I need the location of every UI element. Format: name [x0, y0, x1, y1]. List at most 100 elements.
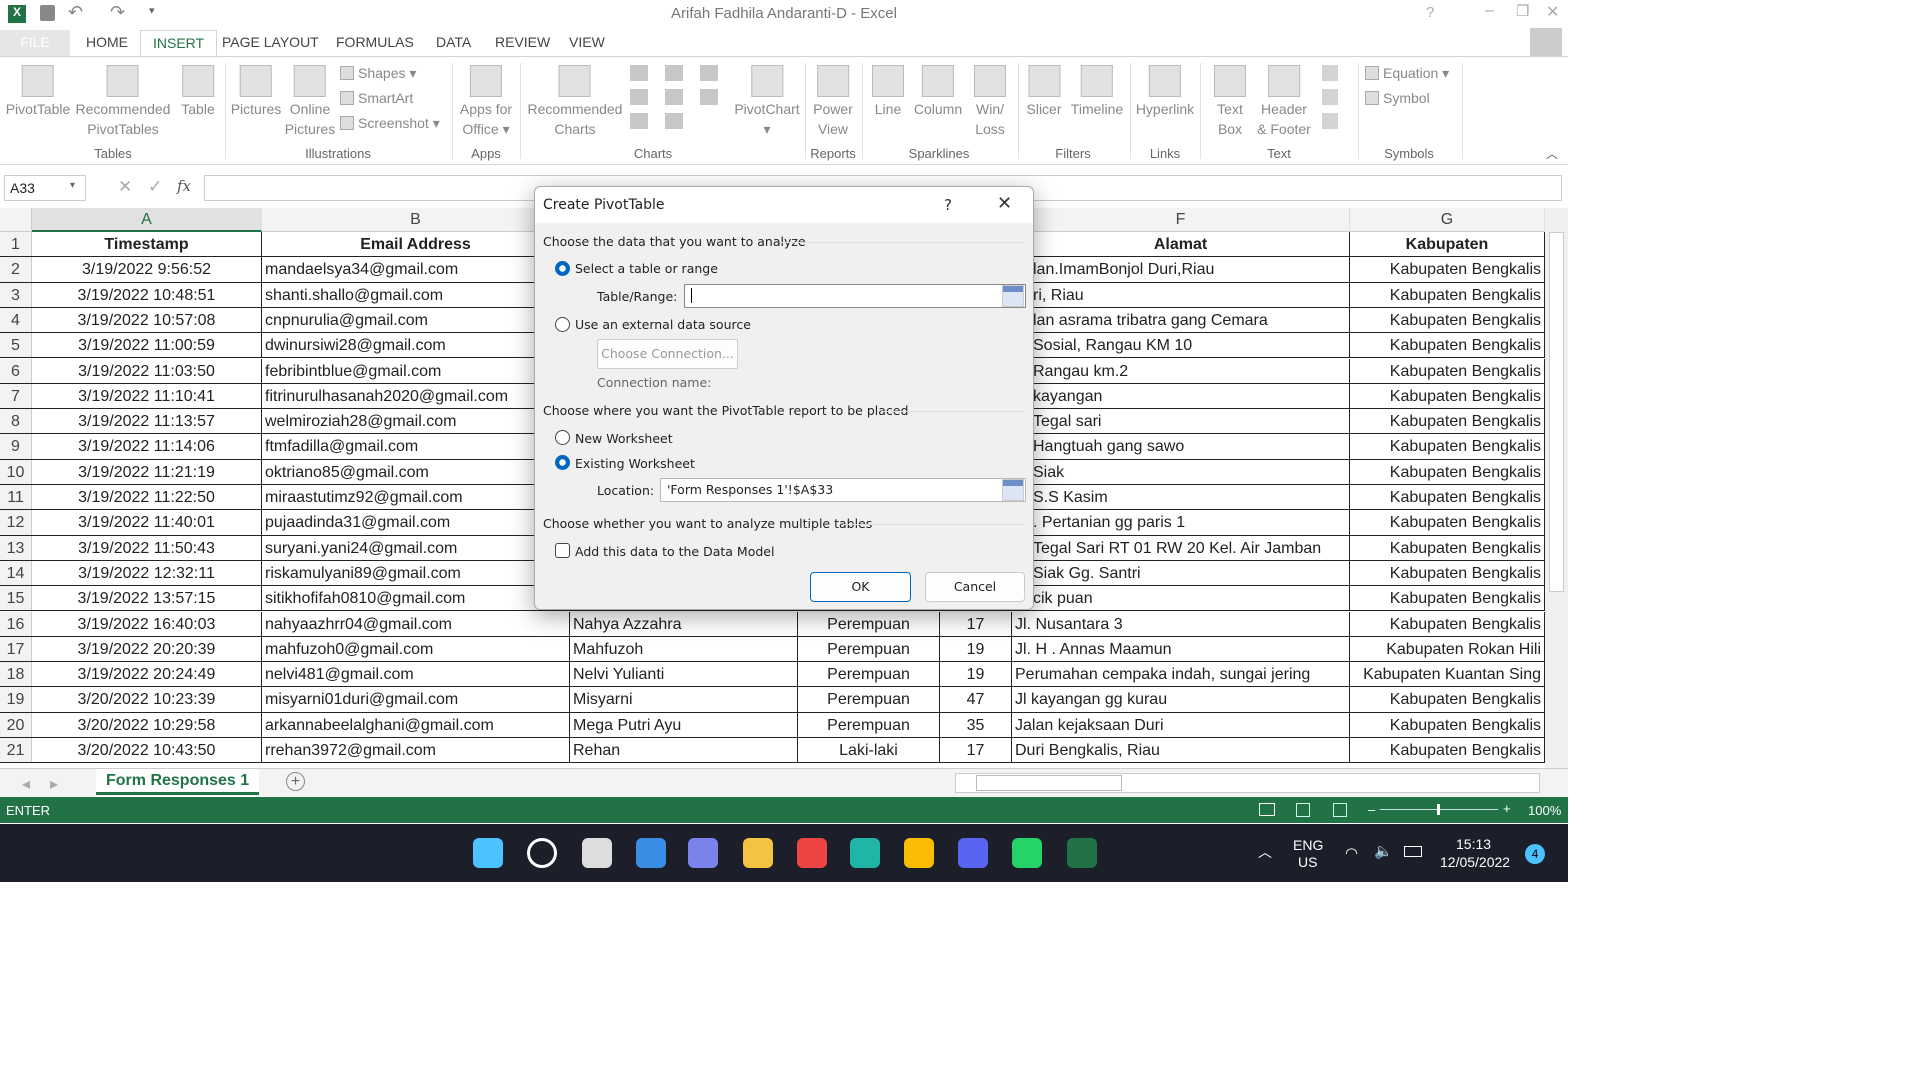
cell-a1[interactable]: Timestamp: [32, 232, 262, 257]
sheet-tab-form-responses-1[interactable]: Form Responses 1: [96, 769, 260, 795]
cell-b12[interactable]: pujaadinda31@gmail.com: [262, 510, 570, 535]
recommended-button[interactable]: Recommended PivotTables: [76, 63, 170, 139]
cell-d19[interactable]: Perempuan: [798, 687, 940, 712]
cell-a9[interactable]: 3/19/2022 11:14:06: [32, 434, 262, 459]
search-icon[interactable]: [527, 838, 557, 868]
cell-b18[interactable]: nelvi481@gmail.com: [262, 662, 570, 687]
cell-g11[interactable]: Kabupaten Bengkalis: [1350, 485, 1545, 510]
power-button[interactable]: Power View: [813, 63, 853, 139]
clock-date[interactable]: 12/05/2022: [1440, 854, 1510, 870]
collapse-ribbon-icon[interactable]: ︿: [1546, 145, 1558, 162]
excel-icon[interactable]: [1067, 838, 1097, 868]
row-header[interactable]: 16: [0, 611, 32, 636]
file-explorer-icon[interactable]: [743, 838, 773, 868]
dialog-close-button[interactable]: ✕: [997, 193, 1012, 214]
zoom-slider-thumb[interactable]: [1437, 804, 1440, 815]
chart-type-icon[interactable]: [700, 89, 718, 105]
row-header[interactable]: 3: [0, 282, 32, 307]
radio-select-table-label[interactable]: Select a table or range: [575, 261, 718, 276]
choose-connection-button[interactable]: Choose Connection...: [597, 339, 738, 369]
minimize-button[interactable]: –: [1485, 2, 1494, 20]
cell-a10[interactable]: 3/19/2022 11:21:19: [32, 459, 262, 484]
cell-e18[interactable]: 19: [940, 662, 1012, 687]
chart-type-icon[interactable]: [665, 65, 683, 81]
cell-d21[interactable]: Laki-laki: [798, 738, 940, 763]
cell-f17[interactable]: Jl. H . Annas Maamun: [1012, 636, 1350, 662]
cell-c18[interactable]: Nelvi Yulianti: [570, 662, 798, 687]
cell-a21[interactable]: 3/20/2022 10:43:50: [32, 738, 262, 763]
cell-b14[interactable]: riskamulyani89@gmail.com: [262, 560, 570, 586]
online-button[interactable]: Online Pictures: [285, 63, 335, 139]
hyperlink-button[interactable]: Hyperlink: [1136, 63, 1194, 119]
cell-f15[interactable]: cik puan: [1012, 586, 1350, 611]
apps-for-button[interactable]: Apps for Office ▾: [460, 63, 512, 139]
row-header[interactable]: 14: [0, 560, 32, 586]
cell-a4[interactable]: 3/19/2022 10:57:08: [32, 307, 262, 333]
cell-g8[interactable]: Kabupaten Bengkalis: [1350, 409, 1545, 434]
cell-d17[interactable]: Perempuan: [798, 636, 940, 662]
new-sheet-button[interactable]: +: [286, 772, 305, 791]
wifi-icon[interactable]: ◠: [1345, 844, 1358, 862]
page-layout-view-icon[interactable]: [1296, 803, 1310, 817]
location-input[interactable]: 'Form Responses 1'!$A$33: [660, 478, 1026, 502]
task-view-icon[interactable]: [582, 838, 612, 868]
screenshot-button[interactable]: Screenshot ▾: [340, 115, 440, 132]
help-icon[interactable]: ?: [1426, 4, 1434, 21]
cell-f13[interactable]: Tegal Sari RT 01 RW 20 Kel. Air Jamban: [1012, 535, 1350, 560]
cell-b5[interactable]: dwinursiwi28@gmail.com: [262, 333, 570, 358]
equation-button[interactable]: Equation ▾: [1365, 65, 1449, 82]
pictures-button[interactable]: Pictures: [231, 63, 281, 119]
cell-f5[interactable]: Sosial, Rangau KM 10: [1012, 333, 1350, 358]
cell-f4[interactable]: lan asrama tribatra gang Cemara: [1012, 307, 1350, 333]
table-range-input[interactable]: [684, 284, 1026, 308]
chrome-profile-icon[interactable]: [797, 838, 827, 868]
radio-existing-worksheet[interactable]: [555, 455, 570, 470]
cell-g13[interactable]: Kabupaten Bengkalis: [1350, 535, 1545, 560]
cell-g14[interactable]: Kabupaten Bengkalis: [1350, 560, 1545, 586]
shapes-button[interactable]: Shapes ▾: [340, 65, 416, 82]
cell-g20[interactable]: Kabupaten Bengkalis: [1350, 712, 1545, 737]
column-header-g[interactable]: G: [1350, 208, 1545, 232]
cell-f8[interactable]: Tegal sari: [1012, 409, 1350, 434]
smartart-button[interactable]: SmartArt: [340, 90, 413, 106]
cell-b8[interactable]: welmiroziah28@gmail.com: [262, 409, 570, 434]
row-header[interactable]: 20: [0, 712, 32, 737]
page-break-view-icon[interactable]: [1333, 803, 1347, 817]
normal-view-icon[interactable]: [1259, 803, 1275, 816]
cell-f7[interactable]: kayangan: [1012, 383, 1350, 409]
zoom-level[interactable]: 100%: [1528, 803, 1561, 818]
cell-g18[interactable]: Kabupaten Kuantan Sing: [1350, 662, 1545, 687]
cell-f2[interactable]: lan.ImamBonjol Duri,Riau: [1012, 257, 1350, 282]
maximize-button[interactable]: ❐: [1516, 2, 1529, 20]
chart-type-icon[interactable]: [630, 65, 648, 81]
text-option-icon[interactable]: [1322, 113, 1338, 129]
cell-a12[interactable]: 3/19/2022 11:40:01: [32, 510, 262, 535]
cell-a3[interactable]: 3/19/2022 10:48:51: [32, 282, 262, 307]
cell-e20[interactable]: 35: [940, 712, 1012, 737]
cell-b20[interactable]: arkannabeelalghani@gmail.com: [262, 712, 570, 737]
cell-g7[interactable]: Kabupaten Bengkalis: [1350, 383, 1545, 409]
row-header[interactable]: 11: [0, 485, 32, 510]
radio-select-table[interactable]: [555, 261, 570, 276]
tab-file[interactable]: FILE: [0, 30, 70, 56]
cell-g19[interactable]: Kabupaten Bengkalis: [1350, 687, 1545, 712]
chart-type-icon[interactable]: [665, 113, 683, 129]
cell-d20[interactable]: Perempuan: [798, 712, 940, 737]
data-model-checkbox-label[interactable]: Add this data to the Data Model: [575, 544, 774, 559]
cell-d18[interactable]: Perempuan: [798, 662, 940, 687]
cell-e17[interactable]: 19: [940, 636, 1012, 662]
language-indicator[interactable]: ENG: [1293, 836, 1323, 854]
notification-badge[interactable]: 4: [1525, 844, 1545, 864]
cell-g12[interactable]: Kabupaten Bengkalis: [1350, 510, 1545, 535]
zoom-out-icon[interactable]: –: [1368, 802, 1375, 817]
cell-g5[interactable]: Kabupaten Bengkalis: [1350, 333, 1545, 358]
cell-b7[interactable]: fitrinurulhasanah2020@gmail.com: [262, 383, 570, 409]
pivottable-button[interactable]: PivotTable: [6, 63, 70, 119]
text-option-icon[interactable]: [1322, 65, 1338, 81]
radio-external-source[interactable]: [555, 317, 570, 332]
cell-b13[interactable]: suryani.yani24@gmail.com: [262, 535, 570, 560]
user-avatar[interactable]: [1530, 28, 1562, 56]
radio-new-worksheet[interactable]: [555, 430, 570, 445]
cell-f12[interactable]: . Pertanian gg paris 1: [1012, 510, 1350, 535]
row-header[interactable]: 7: [0, 383, 32, 409]
